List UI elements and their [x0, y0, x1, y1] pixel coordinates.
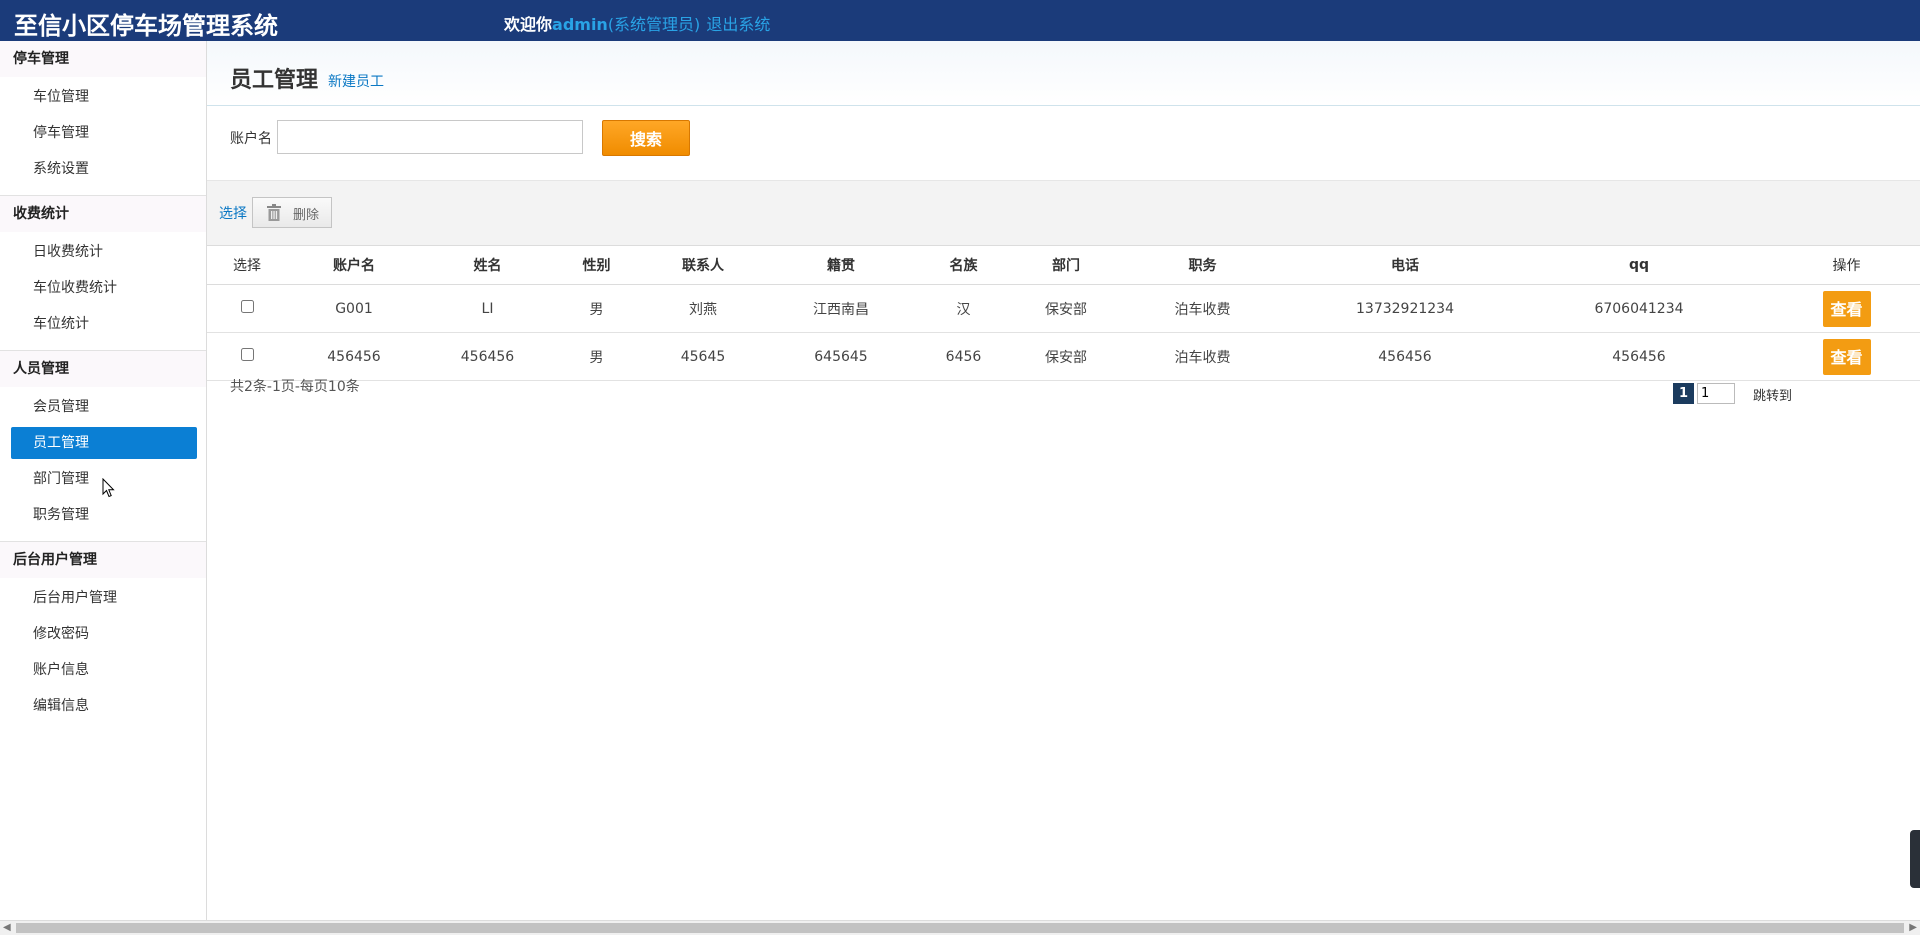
search-button[interactable]: 搜索: [602, 120, 690, 156]
cell-ethnic: 汉: [915, 284, 1012, 333]
new-employee-link[interactable]: 新建员工: [328, 71, 384, 91]
col-header-position: 职务: [1120, 245, 1285, 285]
row-checkbox[interactable]: [240, 348, 254, 361]
table-row: G001 LI 男 刘燕 江西南昌 汉 保安部 泊车收费 13732921234…: [207, 284, 1920, 333]
page-header: 员工管理 新建员工: [207, 41, 1920, 106]
cell-name: LI: [421, 284, 554, 333]
scroll-left-icon[interactable]: ◀: [3, 922, 11, 933]
cell-action: 查看: [1753, 332, 1920, 381]
sidebar-group-title[interactable]: 人员管理: [0, 351, 206, 387]
col-header-gender: 性别: [554, 245, 639, 285]
cell-contact: 刘燕: [639, 284, 767, 333]
delete-button[interactable]: 删除: [252, 197, 332, 228]
delete-label: 删除: [293, 208, 320, 223]
row-checkbox[interactable]: [240, 300, 254, 313]
cell-position: 泊车收费: [1120, 284, 1285, 333]
sidebar-item-change-password[interactable]: 修改密码: [11, 618, 197, 650]
col-header-select: 选择: [207, 245, 287, 285]
cell-ethnic: 6456: [915, 332, 1012, 381]
employee-table: 选择 账户名 姓名 性别 联系人 籍贯 名族 部门 职务 电话 qq 操作 G0…: [207, 245, 1920, 381]
user-role: (系统管理员): [607, 15, 701, 34]
cell-action: 查看: [1753, 284, 1920, 333]
welcome-bar: 欢迎你admin(系统管理员) 退出系统: [504, 11, 770, 35]
page-title: 员工管理: [230, 68, 319, 93]
side-widget-handle[interactable]: [1910, 830, 1920, 888]
cell-position: 泊车收费: [1120, 332, 1285, 381]
sidebar-item-members[interactable]: 会员管理: [11, 391, 197, 423]
select-all-link[interactable]: 选择: [219, 203, 247, 223]
cell-origin: 江西南昌: [767, 284, 915, 333]
cell-gender: 男: [554, 284, 639, 333]
pagination: 1 跳转到: [1652, 383, 1912, 405]
mouse-cursor-icon: [102, 478, 115, 498]
cell-phone: 13732921234: [1285, 284, 1525, 333]
sidebar-item-positions[interactable]: 职务管理: [11, 499, 197, 531]
app-title: 至信小区停车场管理系统: [14, 11, 278, 40]
col-header-phone: 电话: [1285, 245, 1525, 285]
sidebar-item-employees[interactable]: 员工管理: [11, 427, 197, 459]
sidebar-item-daily-fees[interactable]: 日收费统计: [11, 236, 197, 268]
sidebar-item-edit-info[interactable]: 编辑信息: [11, 690, 197, 722]
col-header-action: 操作: [1753, 245, 1920, 285]
cell-account: 456456: [287, 332, 421, 381]
cell-qq: 6706041234: [1525, 284, 1753, 333]
cell-qq: 456456: [1525, 332, 1753, 381]
cell-gender: 男: [554, 332, 639, 381]
sidebar-group-parking: 停车管理 车位管理 停车管理 系统设置: [0, 41, 206, 196]
main-content: 员工管理 新建员工 账户名 搜索 选择 删除 选择 账户名 姓名 性别 联系人 …: [207, 41, 1920, 921]
username-link[interactable]: admin: [552, 15, 608, 34]
sidebar-item-admin-users[interactable]: 后台用户管理: [11, 582, 197, 614]
top-header: 至信小区停车场管理系统 欢迎你admin(系统管理员) 退出系统: [0, 0, 1920, 41]
cell-department: 保安部: [1012, 284, 1120, 333]
sidebar-group-fees: 收费统计 日收费统计 车位收费统计 车位统计: [0, 196, 206, 351]
col-header-account: 账户名: [287, 245, 421, 285]
search-bar: 账户名 搜索: [207, 106, 1920, 180]
sidebar-group-personnel: 人员管理 会员管理 员工管理 部门管理 职务管理: [0, 351, 206, 542]
scrollbar-thumb[interactable]: [16, 923, 1904, 933]
sidebar-item-parking-mgmt[interactable]: 停车管理: [11, 117, 197, 149]
logout-link[interactable]: 退出系统: [706, 15, 770, 34]
scroll-right-icon[interactable]: ▶: [1909, 922, 1917, 933]
account-search-input[interactable]: [277, 120, 583, 154]
col-header-contact: 联系人: [639, 245, 767, 285]
horizontal-scrollbar[interactable]: ◀ ▶: [0, 920, 1920, 935]
view-button[interactable]: 查看: [1822, 338, 1871, 375]
col-header-qq: qq: [1525, 245, 1753, 285]
pagination-info: 共2条-1页-每页10条: [230, 379, 360, 395]
row-select-cell: [207, 284, 287, 333]
page-jump-input[interactable]: [1697, 383, 1735, 404]
col-header-origin: 籍贯: [767, 245, 915, 285]
cell-contact: 45645: [639, 332, 767, 381]
cell-account: G001: [287, 284, 421, 333]
table-toolbar: 选择 删除: [207, 180, 1920, 245]
table-row: 456456 456456 男 45645 645645 6456 保安部 泊车…: [207, 332, 1920, 381]
sidebar-group-admin: 后台用户管理 后台用户管理 修改密码 账户信息 编辑信息: [0, 542, 206, 732]
view-button[interactable]: 查看: [1822, 290, 1871, 327]
sidebar-item-space-stats[interactable]: 车位统计: [11, 308, 197, 340]
sidebar-item-account-info[interactable]: 账户信息: [11, 654, 197, 686]
sidebar-group-title[interactable]: 停车管理: [0, 41, 206, 77]
cell-origin: 645645: [767, 332, 915, 381]
sidebar-item-system-settings[interactable]: 系统设置: [11, 153, 197, 185]
welcome-text: 欢迎你: [504, 15, 553, 34]
cell-phone: 456456: [1285, 332, 1525, 381]
search-label: 账户名: [230, 131, 272, 147]
sidebar-group-title[interactable]: 收费统计: [0, 196, 206, 232]
trash-icon: [267, 204, 281, 221]
cell-name: 456456: [421, 332, 554, 381]
col-header-department: 部门: [1012, 245, 1120, 285]
cell-department: 保安部: [1012, 332, 1120, 381]
col-header-ethnic: 名族: [915, 245, 1012, 285]
sidebar-item-space-fees[interactable]: 车位收费统计: [11, 272, 197, 304]
col-header-name: 姓名: [421, 245, 554, 285]
page-number-current[interactable]: 1: [1673, 383, 1694, 404]
sidebar-item-space-mgmt[interactable]: 车位管理: [11, 81, 197, 113]
table-header-row: 选择 账户名 姓名 性别 联系人 籍贯 名族 部门 职务 电话 qq 操作: [207, 245, 1920, 285]
row-select-cell: [207, 332, 287, 381]
page-jump-button[interactable]: 跳转到: [1753, 385, 1792, 404]
sidebar-group-title[interactable]: 后台用户管理: [0, 542, 206, 578]
